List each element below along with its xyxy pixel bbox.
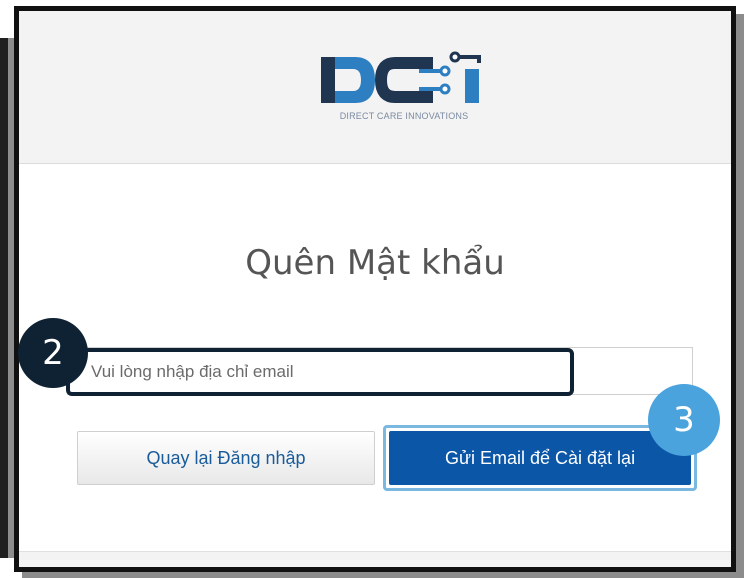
send-reset-email-label: Gửi Email để Cài đặt lại — [444, 447, 636, 468]
forgot-password-window: DIRECT CARE INNOVATIONS Quên Mật khẩu Vu… — [14, 6, 736, 572]
page-footer — [19, 552, 731, 567]
page-title: Quên Mật khẩu — [245, 243, 505, 283]
send-reset-email-button[interactable]: Gửi Email để Cài đặt lại — [383, 425, 697, 491]
dci-logo: DIRECT CARE INNOVATIONS — [315, 49, 493, 127]
step-3-callout: 3 — [648, 384, 720, 456]
page-header: DIRECT CARE INNOVATIONS — [19, 11, 731, 164]
background-window-edge — [0, 38, 8, 558]
back-to-login-label: Quay lại Đăng nhập — [146, 447, 306, 468]
send-reset-email-button-face[interactable]: Gửi Email để Cài đặt lại — [389, 431, 691, 485]
back-to-login-button[interactable]: Quay lại Đăng nhập — [77, 431, 375, 485]
window-shadow — [22, 572, 744, 578]
logo-text: DIRECT CARE INNOVATIONS — [339, 111, 469, 121]
step-2-callout: 2 — [18, 318, 88, 388]
dci-logo-mark — [321, 51, 481, 103]
email-field-highlight — [66, 348, 574, 396]
window-shadow — [736, 14, 744, 572]
